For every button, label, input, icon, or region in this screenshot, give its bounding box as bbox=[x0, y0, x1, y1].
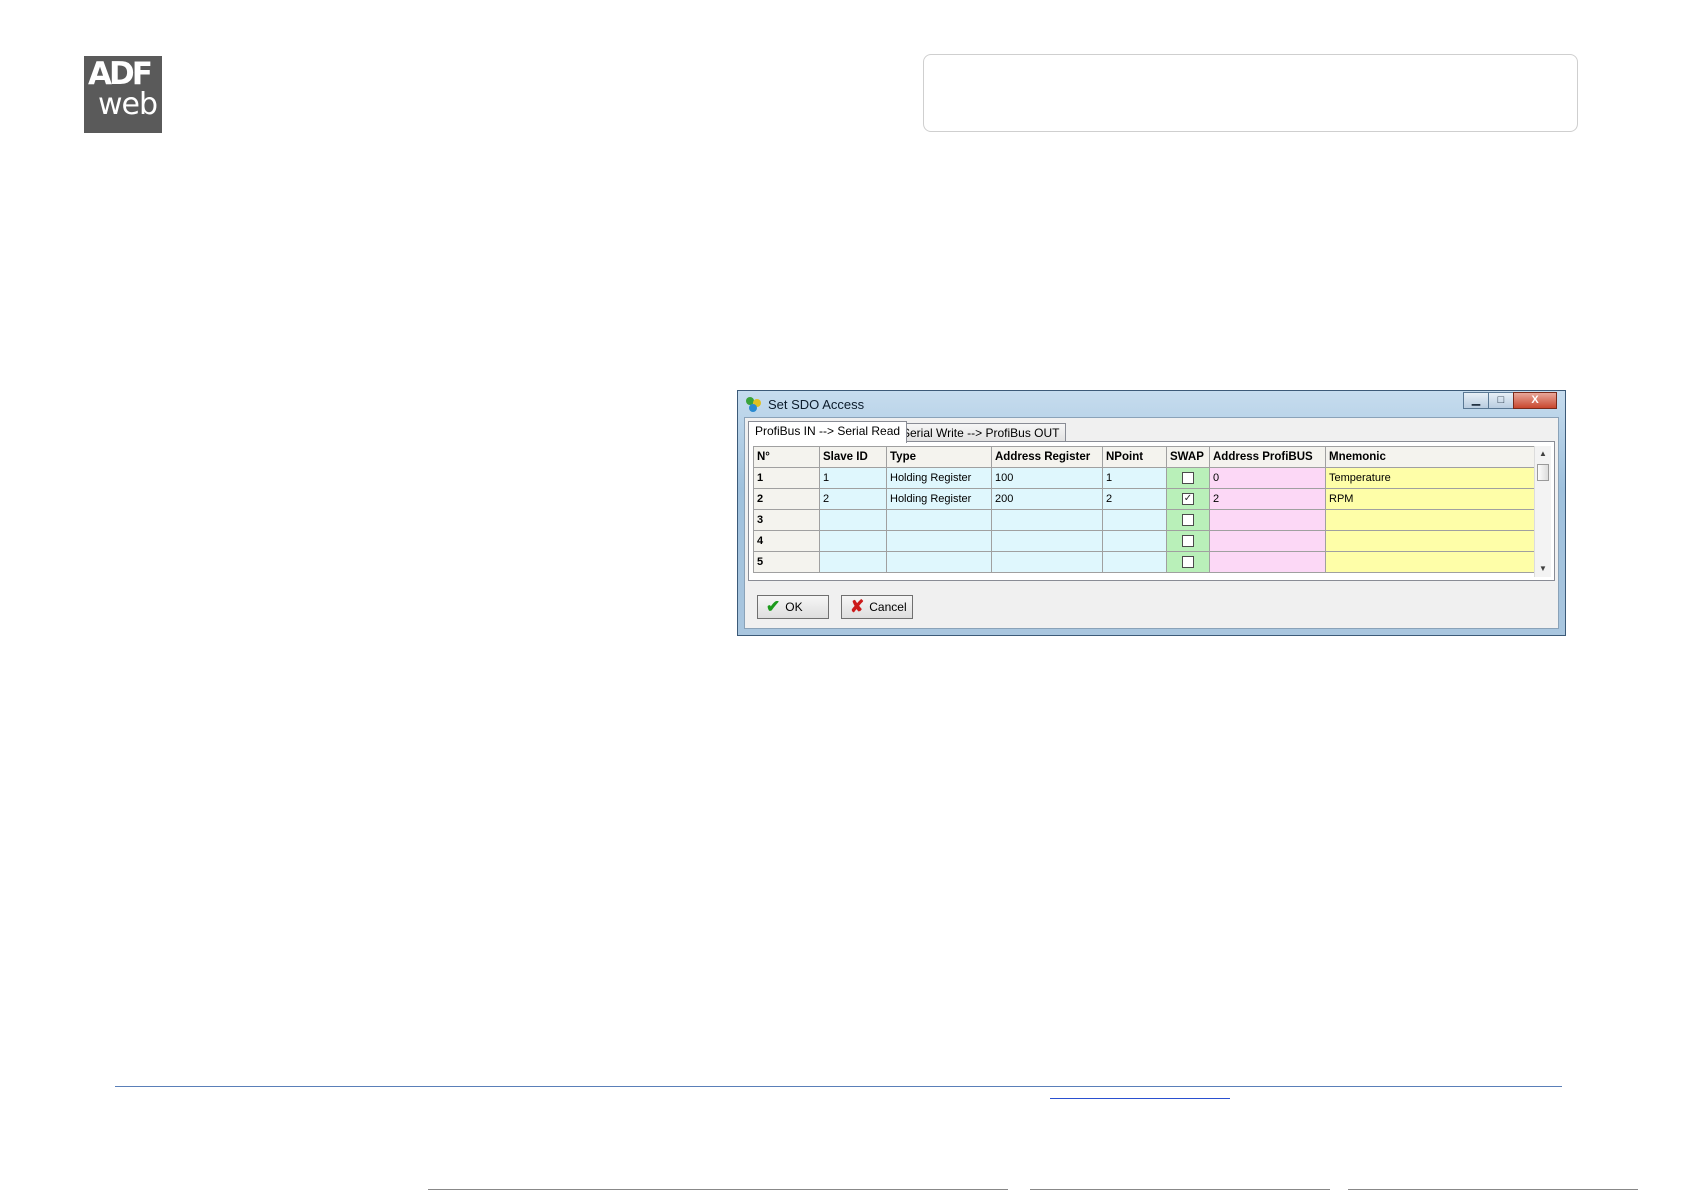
dialog-client-area: ProfiBus IN --> Serial Read Serial Write… bbox=[744, 417, 1559, 629]
npoint-cell[interactable]: 2 bbox=[1102, 488, 1167, 510]
column-header-address-register[interactable]: Address Register bbox=[991, 446, 1103, 468]
swap-checkbox[interactable] bbox=[1182, 535, 1194, 548]
address-register-cell[interactable] bbox=[991, 509, 1103, 531]
maximize-button[interactable]: □ bbox=[1488, 392, 1514, 409]
tab-profibus-in-serial-read[interactable]: ProfiBus IN --> Serial Read bbox=[748, 421, 908, 443]
type-cell[interactable]: Holding Register bbox=[886, 488, 992, 510]
type-cell[interactable] bbox=[886, 530, 992, 552]
swap-checkbox[interactable]: ✓ bbox=[1182, 493, 1194, 506]
row-number-cell: 5 bbox=[753, 551, 820, 573]
row-number-cell: 4 bbox=[753, 530, 820, 552]
tab-serial-write-profibus-out[interactable]: Serial Write --> ProfiBus OUT bbox=[895, 423, 1067, 441]
swap-cell bbox=[1166, 551, 1210, 573]
header-info-box bbox=[923, 54, 1578, 132]
npoint-cell[interactable] bbox=[1102, 509, 1167, 531]
scroll-thumb[interactable] bbox=[1537, 464, 1549, 481]
table-row: 5 bbox=[753, 551, 1536, 573]
address-register-cell[interactable] bbox=[991, 530, 1103, 552]
bottom-rule-2 bbox=[1030, 1189, 1330, 1190]
ok-button-label: OK bbox=[785, 600, 803, 614]
swap-checkbox[interactable] bbox=[1182, 514, 1194, 527]
npoint-cell[interactable] bbox=[1102, 530, 1167, 552]
window-controls: ▁ □ X bbox=[1463, 392, 1557, 409]
slave-id-cell[interactable]: 2 bbox=[819, 488, 887, 510]
grid-header-row: N° Slave ID Type Address Register NPoint… bbox=[753, 446, 1536, 468]
swap-cell bbox=[1166, 530, 1210, 552]
cross-icon: ✘ bbox=[850, 597, 865, 616]
minimize-button[interactable]: ▁ bbox=[1463, 392, 1489, 409]
column-header-slave-id[interactable]: Slave ID bbox=[819, 446, 887, 468]
address-profibus-cell[interactable] bbox=[1209, 530, 1326, 552]
row-number-cell: 2 bbox=[753, 488, 820, 510]
mnemonic-cell[interactable] bbox=[1325, 551, 1536, 573]
address-profibus-cell[interactable] bbox=[1209, 551, 1326, 573]
slave-id-cell[interactable] bbox=[819, 509, 887, 531]
cancel-button[interactable]: ✘ Cancel bbox=[841, 595, 913, 619]
table-row: 4 bbox=[753, 530, 1536, 552]
table-row: 3 bbox=[753, 509, 1536, 531]
adfweb-logo: ADF web bbox=[84, 56, 162, 133]
address-profibus-cell[interactable]: 2 bbox=[1209, 488, 1326, 510]
swap-cell bbox=[1166, 509, 1210, 531]
address-register-cell[interactable]: 200 bbox=[991, 488, 1103, 510]
window-title: Set SDO Access bbox=[768, 397, 865, 412]
column-header-npoint[interactable]: NPoint bbox=[1102, 446, 1167, 468]
column-header-n[interactable]: N° bbox=[753, 446, 820, 468]
column-header-mnemonic[interactable]: Mnemonic bbox=[1325, 446, 1536, 468]
column-header-type[interactable]: Type bbox=[886, 446, 992, 468]
type-cell[interactable] bbox=[886, 509, 992, 531]
cancel-button-label: Cancel bbox=[869, 600, 907, 614]
scroll-down-arrow-icon[interactable]: ▼ bbox=[1535, 561, 1551, 577]
slave-id-cell[interactable] bbox=[819, 551, 887, 573]
npoint-cell[interactable] bbox=[1102, 551, 1167, 573]
logo-text-web: web bbox=[98, 87, 158, 122]
bottom-rule-1 bbox=[428, 1189, 1008, 1190]
close-button[interactable]: X bbox=[1513, 392, 1557, 409]
swap-checkbox[interactable] bbox=[1182, 472, 1194, 485]
footer-link-underline[interactable] bbox=[1050, 1098, 1230, 1099]
row-number-cell: 3 bbox=[753, 509, 820, 531]
row-number-cell: 1 bbox=[753, 467, 820, 489]
checkmark-icon: ✔ bbox=[766, 597, 781, 616]
ok-button[interactable]: ✔ OK bbox=[757, 595, 829, 619]
mnemonic-cell[interactable] bbox=[1325, 530, 1536, 552]
swap-checkbox[interactable] bbox=[1182, 556, 1194, 569]
tab-panel: N° Slave ID Type Address Register NPoint… bbox=[748, 441, 1555, 581]
scroll-up-arrow-icon[interactable]: ▲ bbox=[1535, 446, 1551, 462]
title-bar[interactable]: Set SDO Access ▁ □ X bbox=[738, 391, 1565, 417]
column-header-address-profibus[interactable]: Address ProfiBUS bbox=[1209, 446, 1326, 468]
address-profibus-cell[interactable]: 0 bbox=[1209, 467, 1326, 489]
address-profibus-cell[interactable] bbox=[1209, 509, 1326, 531]
app-icon bbox=[746, 397, 762, 413]
mnemonic-cell[interactable] bbox=[1325, 509, 1536, 531]
slave-id-cell[interactable]: 1 bbox=[819, 467, 887, 489]
address-register-cell[interactable]: 100 bbox=[991, 467, 1103, 489]
swap-cell: ✓ bbox=[1166, 488, 1210, 510]
address-register-cell[interactable] bbox=[991, 551, 1103, 573]
type-cell[interactable]: Holding Register bbox=[886, 467, 992, 489]
set-sdo-access-window: Set SDO Access ▁ □ X ProfiBus IN --> Ser… bbox=[737, 390, 1566, 636]
npoint-cell[interactable]: 1 bbox=[1102, 467, 1167, 489]
vertical-scrollbar[interactable]: ▲ ▼ bbox=[1534, 446, 1551, 577]
mnemonic-cell[interactable]: RPM bbox=[1325, 488, 1536, 510]
table-row: 1 1 Holding Register 100 1 0 Temperature bbox=[753, 467, 1536, 489]
table-row: 2 2 Holding Register 200 2 ✓ 2 RPM bbox=[753, 488, 1536, 510]
sdo-grid: N° Slave ID Type Address Register NPoint… bbox=[753, 446, 1536, 573]
column-header-swap[interactable]: SWAP bbox=[1166, 446, 1210, 468]
type-cell[interactable] bbox=[886, 551, 992, 573]
mnemonic-cell[interactable]: Temperature bbox=[1325, 467, 1536, 489]
swap-cell bbox=[1166, 467, 1210, 489]
footer-divider bbox=[115, 1086, 1562, 1087]
logo-text-adf: ADF bbox=[88, 56, 153, 92]
slave-id-cell[interactable] bbox=[819, 530, 887, 552]
bottom-rule-3 bbox=[1348, 1189, 1638, 1190]
